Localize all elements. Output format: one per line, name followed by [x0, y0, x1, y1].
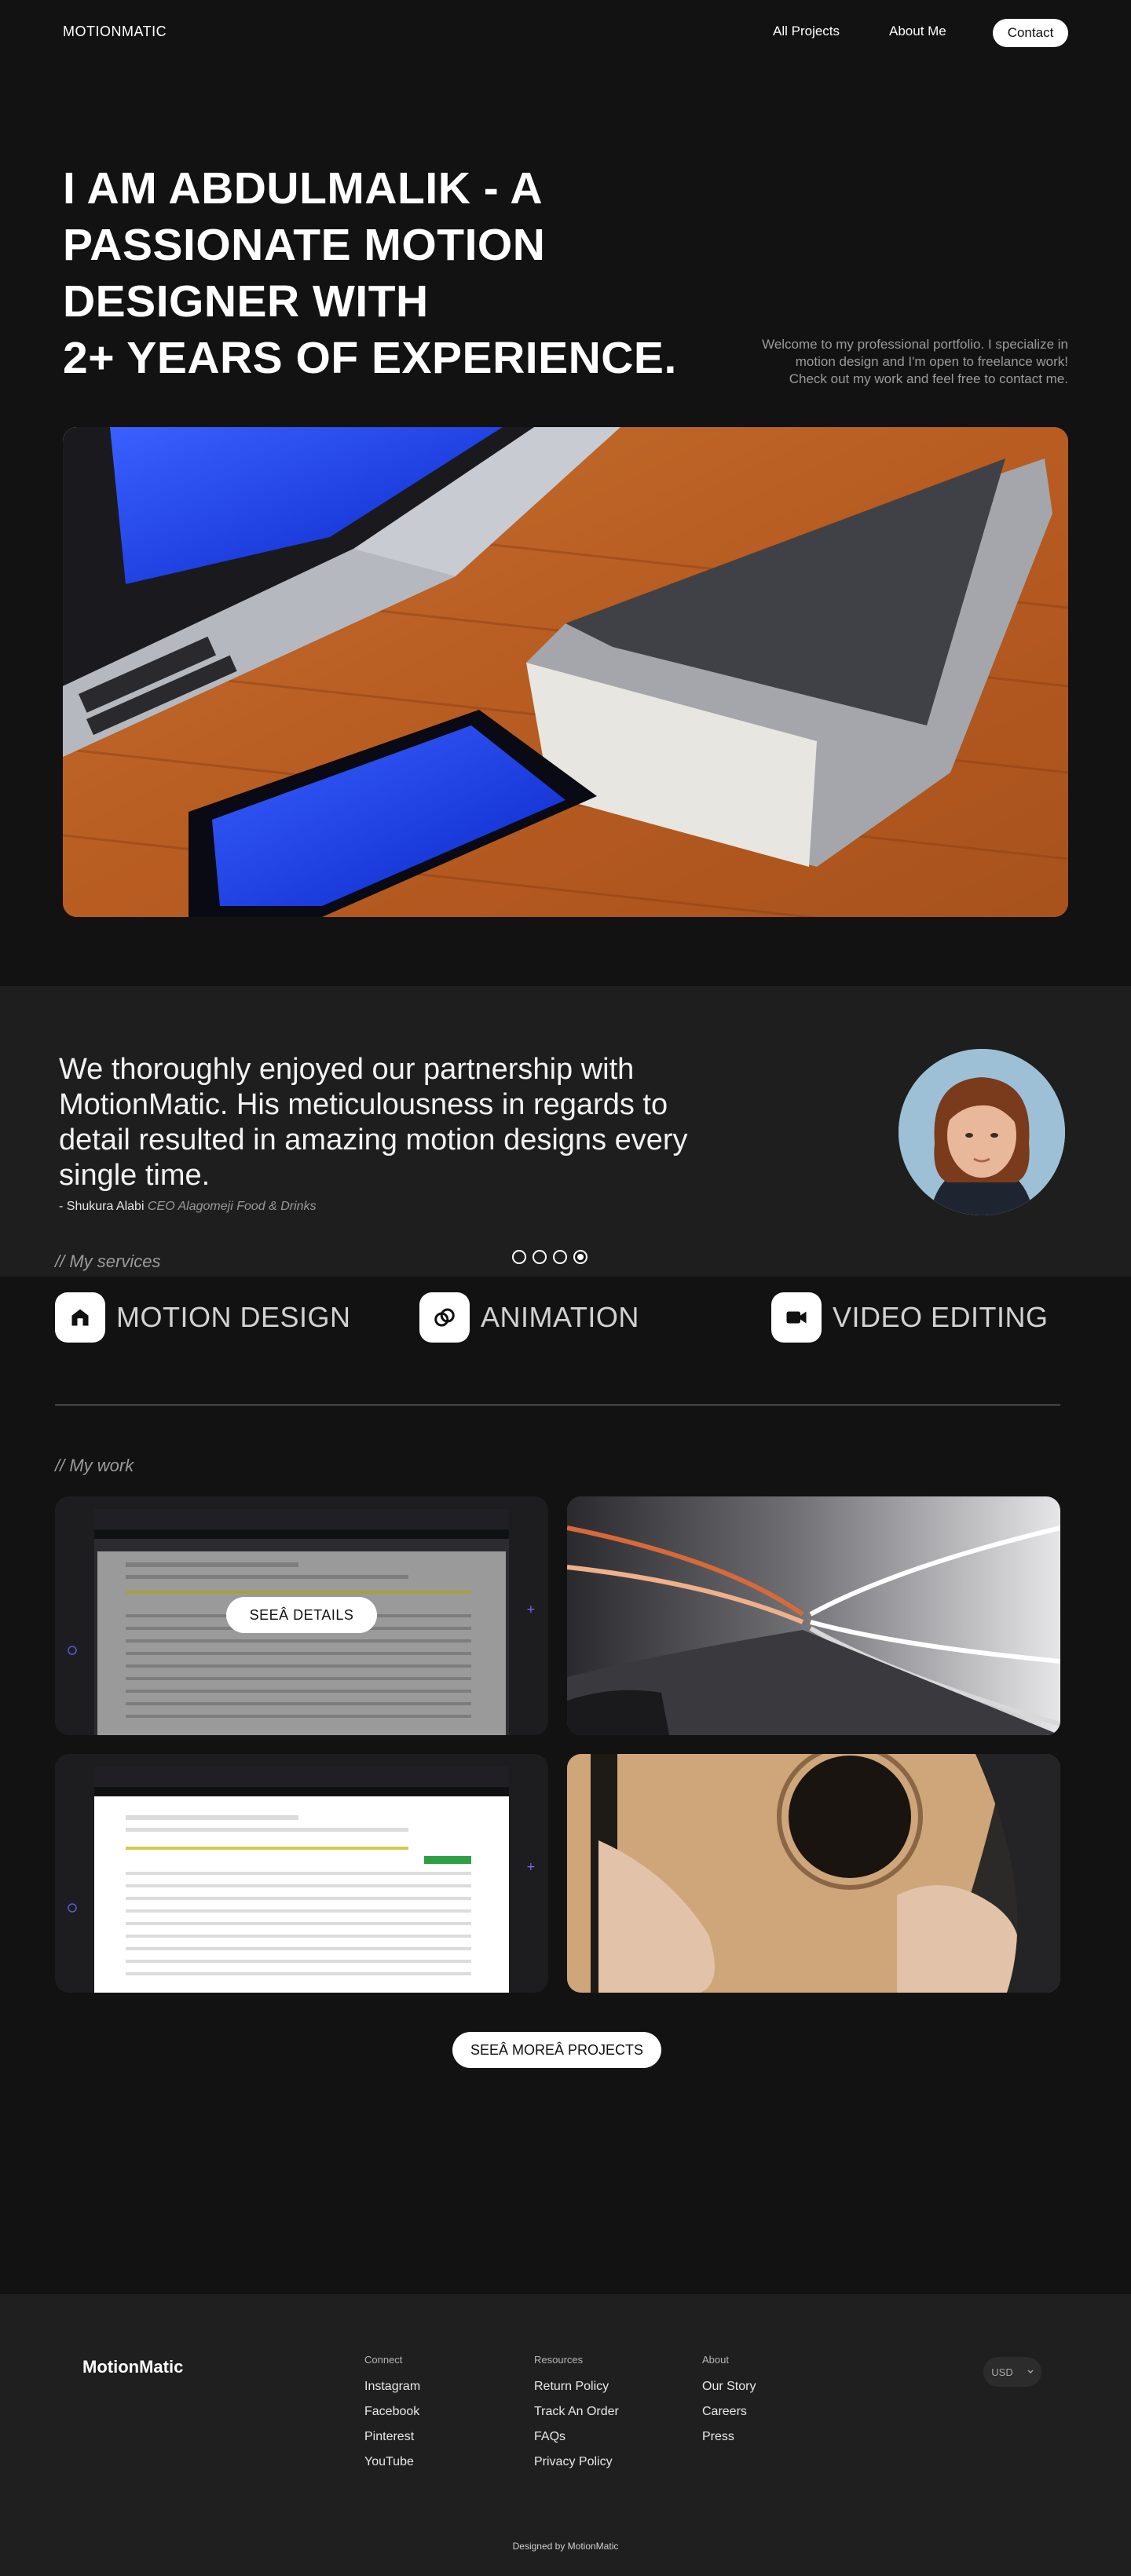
- service-label: MOTION DESIGN: [116, 1301, 351, 1333]
- footer-column-resources: Resources Return Policy Track An Order F…: [534, 2354, 619, 2480]
- nav-all-projects-link[interactable]: All Projects: [773, 24, 840, 39]
- project-card[interactable]: + SEEÂ DETAILS: [55, 1496, 548, 1735]
- top-navigation: MOTIONMATIC All Projects About Me Contac…: [0, 0, 1131, 66]
- project-thumbnail-github-light: +: [55, 1754, 548, 1993]
- see-more-projects-button[interactable]: SEEÂ MOREÂ PROJECTS: [452, 2032, 661, 2068]
- services-heading: // My services: [55, 1251, 161, 1271]
- project-card[interactable]: [567, 1496, 1060, 1735]
- footer-link-return-policy[interactable]: Return Policy: [534, 2380, 619, 2394]
- service-motion-design: MOTION DESIGN: [55, 1292, 351, 1343]
- work-heading: // My work: [55, 1456, 134, 1475]
- hero-title-line: I AM ABDULMALIK - A: [63, 163, 544, 214]
- project-card[interactable]: [567, 1754, 1060, 1993]
- video-camera-icon: [771, 1292, 822, 1343]
- footer-link-press[interactable]: Press: [702, 2430, 756, 2444]
- services-section: // My services MOTION DESIGN ANIMATION V…: [0, 1208, 1131, 1405]
- footer-credit: Designed by MotionMatic: [512, 2541, 619, 2552]
- footer-link-instagram[interactable]: Instagram: [364, 2380, 420, 2394]
- footer-link-careers[interactable]: Careers: [702, 2405, 756, 2419]
- currency-value: USD: [991, 2366, 1013, 2378]
- footer-link-track-order[interactable]: Track An Order: [534, 2405, 619, 2419]
- project-card[interactable]: +: [55, 1754, 548, 1993]
- footer-link-privacy-policy[interactable]: Privacy Policy: [534, 2455, 619, 2469]
- footer-brand[interactable]: MotionMatic: [82, 2357, 183, 2377]
- devices-illustration: [63, 427, 1068, 917]
- testimonial-quote: We thoroughly enjoyed our partnership wi…: [59, 1053, 688, 1192]
- footer-column-connect: Connect Instagram Facebook Pinterest You…: [364, 2354, 420, 2480]
- svg-text:+: +: [526, 1603, 536, 1616]
- footer-column-heading: Connect: [364, 2354, 403, 2366]
- rings-icon: [419, 1292, 470, 1343]
- hero-devices-photo: [63, 427, 1068, 917]
- project-thumbnail-guitar: [567, 1754, 1060, 1993]
- site-footer: MotionMatic Connect Instagram Facebook P…: [0, 2294, 1131, 2576]
- footer-link-faqs[interactable]: FAQs: [534, 2430, 619, 2444]
- testimonial-avatar: [899, 1049, 1065, 1215]
- house-icon: [55, 1292, 105, 1343]
- footer-link-our-story[interactable]: Our Story: [702, 2380, 756, 2394]
- footer-column-about: About Our Story Careers Press: [702, 2354, 756, 2455]
- footer-column-heading: About: [702, 2354, 729, 2366]
- footer-link-pinterest[interactable]: Pinterest: [364, 2430, 420, 2444]
- hero-section: I AM ABDULMALIK - A PASSIONATE MOTION DE…: [0, 66, 1131, 1277]
- nav-about-me-link[interactable]: About Me: [889, 24, 946, 39]
- service-animation: ANIMATION: [419, 1292, 639, 1343]
- hero-title-line: DESIGNER WITH: [63, 276, 429, 327]
- contact-button[interactable]: Contact: [993, 19, 1068, 47]
- hero-title-line: 2+ YEARS OF EXPERIENCE.: [63, 333, 677, 383]
- hero-title: I AM ABDULMALIK - A PASSIONATE MOTION DE…: [63, 160, 738, 386]
- project-thumbnail-motion-tunnel: [567, 1496, 1060, 1735]
- service-video-editing: VIDEO EDITING: [771, 1292, 1049, 1343]
- work-section: // My work + SEEÂ DETAILS + SEEÂ MOREÂ P…: [0, 1390, 1131, 2332]
- see-details-button[interactable]: SEEÂ DETAILS: [226, 1597, 377, 1633]
- footer-link-youtube[interactable]: YouTube: [364, 2455, 420, 2469]
- service-label: VIDEO EDITING: [833, 1301, 1049, 1333]
- chevron-down-icon: [1027, 2370, 1034, 2374]
- svg-text:+: +: [526, 1861, 536, 1873]
- footer-link-facebook[interactable]: Facebook: [364, 2405, 420, 2419]
- currency-select[interactable]: USD: [983, 2357, 1041, 2387]
- hero-description: Welcome to my professional portfolio. I …: [762, 337, 1068, 386]
- brand-logo[interactable]: MOTIONMATIC: [63, 24, 167, 40]
- footer-column-heading: Resources: [534, 2354, 584, 2366]
- service-label: ANIMATION: [481, 1301, 639, 1333]
- hero-title-line: PASSIONATE MOTION: [63, 220, 546, 270]
- avatar-portrait: [899, 1049, 1065, 1215]
